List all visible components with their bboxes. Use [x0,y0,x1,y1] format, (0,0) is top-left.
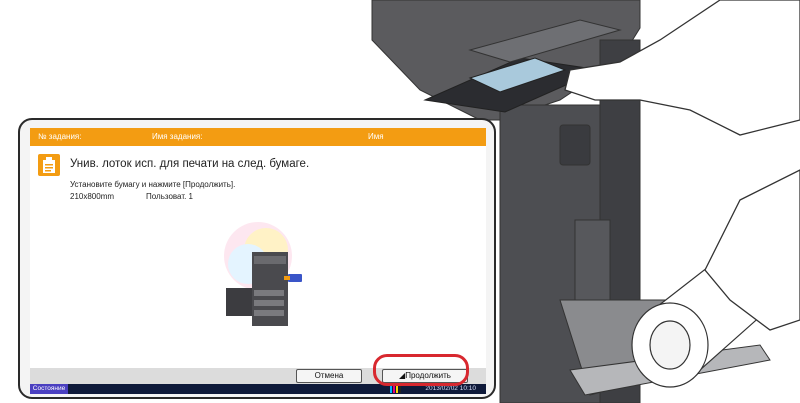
status-tab[interactable]: Состояние [30,384,68,394]
toner-magenta-icon [393,385,395,393]
job-name-label: Имя задания: [152,132,203,141]
continue-button[interactable]: ◢Продолжить [382,369,468,383]
status-bar: Состояние 2013/02/02 10:10 [30,384,486,394]
toner-black-icon [399,385,401,393]
toner-cyan-icon [390,385,392,393]
paper-type-value: Пользоват. 1 [146,192,193,201]
paper-tray-icon [38,154,60,176]
user-name-label: Имя [368,132,384,141]
job-number-label: № задания: [38,132,82,141]
job-info-bar: № задания: Имя задания: Имя [30,128,486,146]
toner-yellow-icon [396,385,398,393]
message-area: Унив. лоток исп. для печати на след. бум… [30,146,486,376]
paper-size-value: 210x800mm [70,192,115,201]
message-title: Унив. лоток исп. для печати на след. бум… [70,158,310,170]
printer-diagram [224,222,302,326]
cancel-button[interactable]: Отмена [296,369,362,383]
continue-button-label: Продолжить [405,371,451,380]
touch-panel: № задания: Имя задания: Имя Унив. лоток … [18,118,496,399]
status-datetime: 2013/02/02 10:10 [425,385,476,392]
instruction-text: Установите бумагу и нажмите [Продолжить]… [70,180,236,189]
